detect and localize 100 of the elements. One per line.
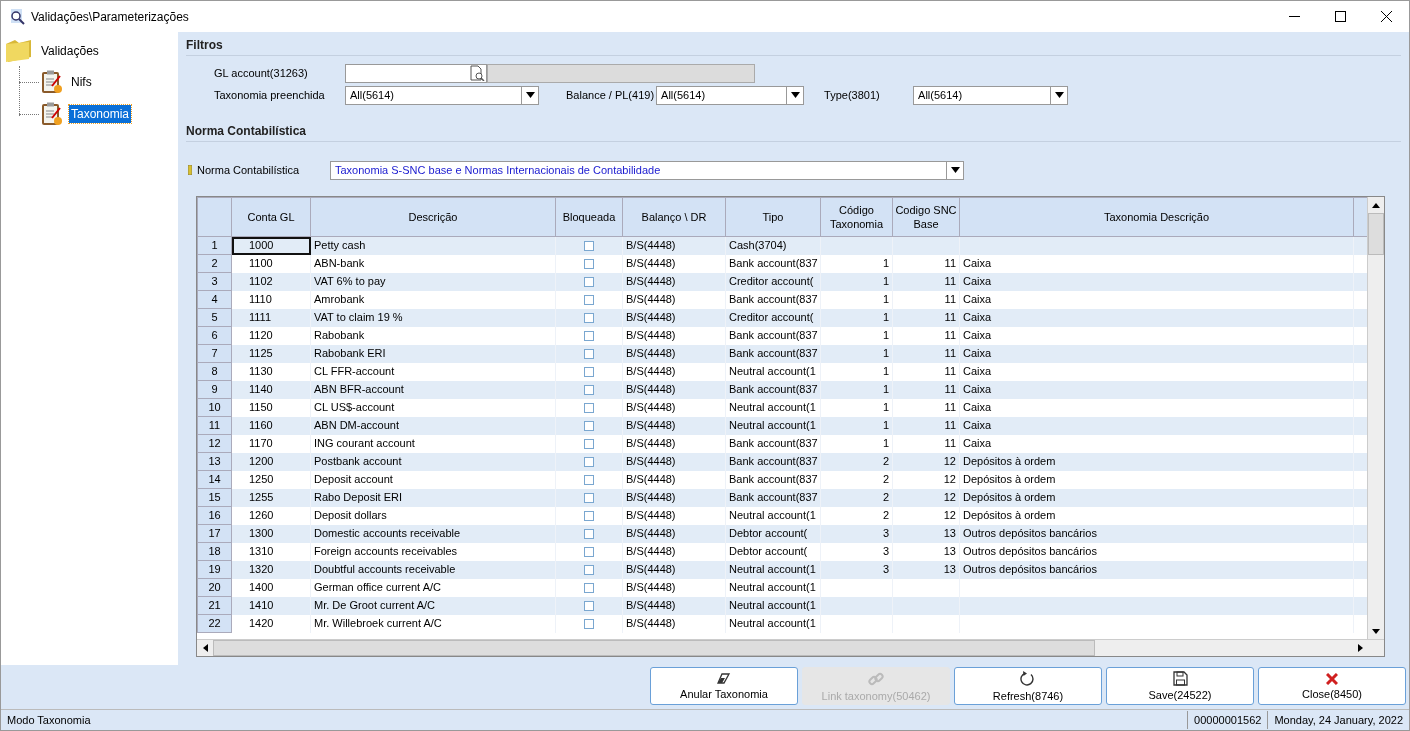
table-row[interactable]: 3 1102 VAT 6% to pay B/S(4448) Creditor account( 1 11 Caixa (197, 272, 1367, 291)
action-button[interactable]: Save(24522) (1106, 667, 1254, 705)
table-row[interactable]: 2 1100 ABN-bank B/S(4448) Bank account(837 1 11 Caixa (197, 254, 1367, 273)
table-cell: Rabobank ERI (310, 344, 556, 363)
table-cell: CL US$-account (310, 398, 556, 417)
table-row[interactable]: 13 1200 Postbank account B/S(4448) Bank account(837 2 12 Depósitos à ordem (197, 452, 1367, 471)
table-cell: 1100 (231, 254, 311, 273)
table-cell: Bank account(837 (725, 290, 821, 309)
field-label: Taxonomia preenchida (214, 89, 325, 101)
table-row[interactable]: 16 1260 Deposit dollars B/S(4448) Neutral account(1 2 12 Depósitos à ordem (197, 506, 1367, 525)
checkbox[interactable] (584, 565, 594, 576)
table-row[interactable]: 18 1310 Foreign accounts receivables B/S(4448) Debtor account( 3 13 Outros depósitos bancários (197, 542, 1367, 561)
gl-account-field[interactable] (345, 63, 487, 83)
table-cell: Neutral account(1 (725, 578, 821, 597)
table-row[interactable]: 6 1120 Rabobank B/S(4448) Bank account(837 1 11 Caixa (197, 326, 1367, 345)
action-button[interactable]: Anular Taxonomia (650, 667, 798, 705)
norma-dropdown[interactable]: Taxonomia S-SNC base e Normas Internacionais de Contabilidade (330, 160, 964, 180)
column-header[interactable]: Descrição (310, 197, 556, 237)
table-cell: B/S(4448) (622, 434, 726, 453)
table-cell: Domestic accounts receivable (310, 524, 556, 543)
checkbox[interactable] (584, 493, 594, 504)
checkbox[interactable] (584, 475, 594, 486)
table-row[interactable]: 21 1410 Mr. De Groot current A/C B/S(4448) Neutral account(1 (197, 596, 1367, 615)
checkbox[interactable] (584, 547, 594, 558)
checkbox[interactable] (584, 439, 594, 450)
table-cell: 1255 (231, 488, 311, 507)
close-icon[interactable] (1380, 11, 1392, 22)
vertical-scrollbar[interactable] (1367, 197, 1384, 639)
checkbox[interactable] (584, 367, 594, 378)
table-cell: 3 (820, 542, 893, 561)
tree-item[interactable]: Validações (39, 42, 101, 60)
checkbox[interactable] (584, 403, 594, 414)
table-cell: B/S(4448) (622, 452, 726, 471)
search-icon (9, 8, 25, 25)
table-cell: 11 (892, 398, 960, 417)
checkbox[interactable] (584, 349, 594, 360)
table-row[interactable]: 1 1000 Petty cash B/S(4448) Cash(3704) (197, 236, 1367, 255)
field-label: Norma Contabilística (197, 164, 301, 176)
checkbox[interactable] (584, 313, 594, 324)
action-button[interactable]: Close(8450) (1258, 667, 1406, 705)
table-row[interactable]: 22 1420 Mr. Willebroek current A/C B/S(4448) Neutral account(1 (197, 614, 1367, 633)
table-row[interactable]: 17 1300 Domestic accounts receivable B/S(4448) Debtor account( 3 13 Outros depósitos bancários (197, 524, 1367, 543)
dropdown-arrow-icon[interactable] (946, 161, 963, 179)
tree-item[interactable]: Taxonomia (69, 105, 132, 123)
table-cell: Creditor account( (725, 308, 821, 327)
checkbox[interactable] (584, 259, 594, 270)
table-cell: 11 (892, 308, 960, 327)
table-row[interactable]: 7 1125 Rabobank ERI B/S(4448) Bank account(837 1 11 Caixa (197, 344, 1367, 363)
column-header[interactable]: Código Taxonomia (820, 197, 893, 237)
table-row[interactable]: 10 1150 CL US$-account B/S(4448) Neutral account(1 1 11 Caixa (197, 398, 1367, 417)
table-cell: Bank account(837 (725, 470, 821, 489)
checkbox[interactable] (584, 619, 594, 630)
filter-dropdown[interactable]: All(5614) (913, 85, 1069, 105)
checkbox[interactable] (584, 421, 594, 432)
table-cell: 1 (820, 272, 893, 291)
table-row[interactable]: 9 1140 ABN BFR-account B/S(4448) Bank account(837 1 11 Caixa (197, 380, 1367, 399)
minimize-icon[interactable] (1288, 16, 1300, 17)
filter-dropdown[interactable]: All(5614) (345, 85, 539, 105)
checkbox[interactable] (584, 511, 594, 522)
filter-dropdown[interactable]: All(5614) (656, 85, 805, 105)
table-cell: 1 (820, 362, 893, 381)
scroll-right-icon[interactable] (1357, 644, 1363, 652)
checkbox[interactable] (584, 331, 594, 342)
column-header[interactable]: Codigo SNC Base (892, 197, 960, 237)
table-cell: 1410 (231, 596, 311, 615)
checkbox[interactable] (584, 583, 594, 594)
table-row[interactable]: 4 1110 Amrobank B/S(4448) Bank account(837 1 11 Caixa (197, 290, 1367, 309)
column-header[interactable]: Conta GL (231, 197, 311, 237)
scroll-left-icon[interactable] (202, 644, 208, 652)
column-header[interactable]: Bloqueada (555, 197, 623, 237)
tree-item[interactable]: Nifs (69, 73, 94, 91)
table-row[interactable]: 19 1320 Doubtful accounts receivable B/S(4448) Neutral account(1 3 13 Outros depósitos bancários (197, 560, 1367, 579)
scroll-down-icon[interactable] (1372, 628, 1380, 634)
action-button[interactable]: Refresh(8746) (954, 667, 1102, 705)
field-label: Balance / PL(419) (566, 89, 655, 101)
scroll-up-icon[interactable] (1372, 202, 1380, 208)
checkbox[interactable] (584, 241, 594, 252)
checkbox[interactable] (584, 277, 594, 288)
scrollbar-thumb[interactable] (213, 640, 1095, 656)
table-row[interactable]: 14 1250 Deposit account B/S(4448) Bank account(837 2 12 Depósitos à ordem (197, 470, 1367, 489)
column-header[interactable]: Taxonomia Descrição (959, 197, 1354, 237)
maximize-icon[interactable] (1334, 11, 1346, 22)
dropdown-arrow-icon[interactable] (521, 86, 538, 104)
scrollbar-thumb[interactable] (1368, 213, 1384, 255)
checkbox[interactable] (584, 385, 594, 396)
horizontal-scrollbar[interactable] (197, 639, 1384, 656)
table-row[interactable]: 8 1130 CL FFR-account B/S(4448) Neutral account(1 1 11 Caixa (197, 362, 1367, 381)
checkbox[interactable] (584, 529, 594, 540)
table-row[interactable]: 12 1170 ING courant account B/S(4448) Bank account(837 1 11 Caixa (197, 434, 1367, 453)
column-header[interactable]: Tipo (725, 197, 821, 237)
column-header[interactable]: Balanço \ DR (622, 197, 726, 237)
table-row[interactable]: 5 1111 VAT to claim 19 % B/S(4448) Creditor account( 1 11 Caixa (197, 308, 1367, 327)
table-row[interactable]: 20 1400 German office current A/C B/S(4448) Neutral account(1 (197, 578, 1367, 597)
table-row[interactable]: 11 1160 ABN DM-account B/S(4448) Neutral account(1 1 11 Caixa (197, 416, 1367, 435)
table-row[interactable]: 15 1255 Rabo Deposit ERI B/S(4448) Bank account(837 2 12 Depósitos à ordem (197, 488, 1367, 507)
table-cell: Neutral account(1 (725, 416, 821, 435)
checkbox[interactable] (584, 457, 594, 468)
search-icon[interactable] (468, 65, 486, 81)
checkbox[interactable] (584, 295, 594, 306)
checkbox[interactable] (584, 601, 594, 612)
